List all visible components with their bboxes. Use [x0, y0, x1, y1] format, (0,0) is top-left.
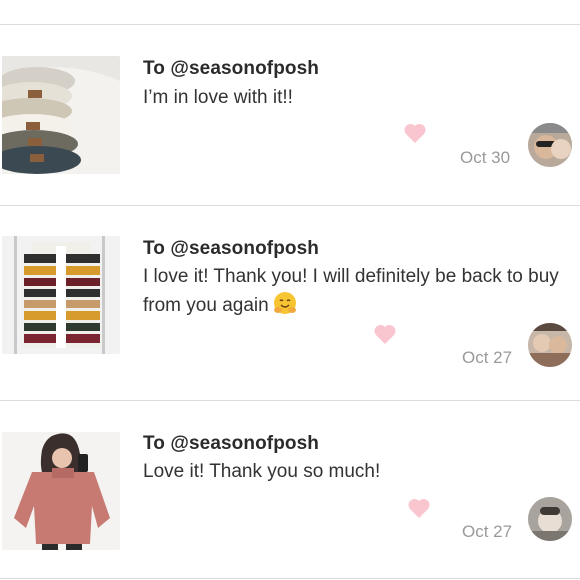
- recipient-prefix: To: [143, 433, 171, 454]
- message-body: I’m in love with it!!: [143, 87, 293, 108]
- divider-1: [0, 205, 580, 206]
- heart-icon[interactable]: [373, 323, 397, 345]
- note-date: Oct 30: [460, 148, 511, 167]
- message-body: Love it! Thank you so much!: [143, 461, 381, 482]
- redacted-username: [442, 494, 518, 508]
- avatar[interactable]: [528, 497, 572, 541]
- recipient-username-link[interactable]: @seasonofposh: [170, 238, 319, 259]
- recipient-username-link[interactable]: @seasonofposh: [170, 433, 319, 454]
- heart-icon[interactable]: [407, 497, 431, 519]
- redacted-username: [438, 122, 518, 136]
- pink-sweater-photo[interactable]: [2, 432, 120, 550]
- note-date: Oct 27: [462, 348, 513, 367]
- heart-icon[interactable]: [403, 122, 427, 144]
- note-date: Oct 27: [462, 522, 513, 541]
- recipient-line: To @seasonofposh: [143, 433, 319, 455]
- divider-2: [0, 400, 580, 401]
- striped-cardigan-photo[interactable]: [2, 236, 120, 354]
- avatar[interactable]: [528, 323, 572, 367]
- message-text: I’m in love with it!!: [143, 84, 563, 112]
- recipient-prefix: To: [143, 58, 171, 79]
- recipient-username-link[interactable]: @seasonofposh: [170, 58, 319, 79]
- message-text: Love it! Thank you so much!: [143, 458, 563, 486]
- redacted-username: [410, 323, 518, 337]
- recipient-prefix: To: [143, 238, 171, 259]
- divider-top: [0, 24, 580, 25]
- recipient-line: To @seasonofposh: [143, 58, 319, 80]
- recipient-line: To @seasonofposh: [143, 238, 319, 260]
- avatar[interactable]: [528, 123, 572, 167]
- divider-bottom: [0, 578, 580, 579]
- hugging-face-emoji-icon: [273, 292, 296, 314]
- message-body: I love it! Thank you! I will definitely …: [143, 266, 559, 316]
- message-text: I love it! Thank you! I will definitely …: [143, 263, 563, 320]
- stacked-knit-beanies-photo[interactable]: [2, 56, 120, 174]
